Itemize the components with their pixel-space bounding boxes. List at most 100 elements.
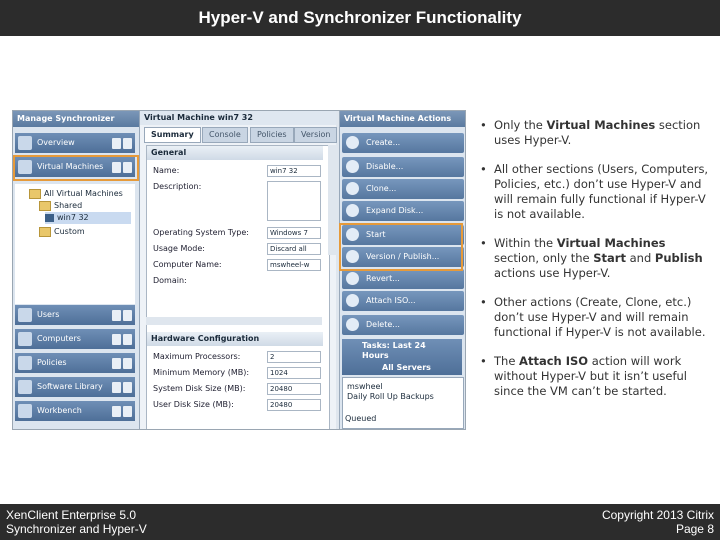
folder-icon <box>29 188 41 199</box>
tasks-panel: Tasks: Last 24 Hours All Servers <box>342 339 462 375</box>
action-revert[interactable]: Revert... <box>342 269 464 289</box>
name-label: Name: <box>153 166 180 175</box>
name-field[interactable]: win7 32 <box>267 165 321 177</box>
max-processors-field[interactable]: 2 <box>267 351 321 363</box>
list-icon[interactable] <box>123 334 132 345</box>
bullet-item: The Attach ISO action will work without … <box>478 354 714 399</box>
left-nav-header: Manage Synchronizer <box>13 111 139 127</box>
vm-actions-header: Virtual Machine Actions <box>340 111 465 127</box>
action-attach-iso[interactable]: Attach ISO... <box>342 291 464 311</box>
summary-panel: General Name: win7 32 Description: Opera… <box>146 145 330 429</box>
plus-icon <box>346 136 359 149</box>
slide-footer: XenClient Enterprise 5.0 Synchronizer an… <box>0 504 720 540</box>
min-memory-field[interactable]: 1024 <box>267 367 321 379</box>
task-queue-list: mswheel Daily Roll Up Backups Queued <box>342 377 464 429</box>
user-disk-label: User Disk Size (MB): <box>153 400 234 409</box>
footer-left: XenClient Enterprise 5.0 Synchronizer an… <box>6 508 147 536</box>
tab-policies[interactable]: Policies <box>250 127 294 143</box>
tree-item-custom[interactable]: Custom <box>39 226 85 238</box>
bullet-item: Only the Virtual Machines section uses H… <box>478 118 714 148</box>
revert-icon <box>346 272 359 285</box>
policies-icon <box>18 356 32 370</box>
disc-icon <box>346 294 359 307</box>
highlight-virtual-machines <box>13 155 139 181</box>
vertical-scrollbar[interactable] <box>328 145 336 255</box>
software-library-icon <box>18 380 32 394</box>
computer-name-label: Computer Name: <box>153 260 222 269</box>
os-type-field[interactable]: Windows 7 <box>267 227 321 239</box>
tasks-title: Tasks: Last 24 <box>362 341 426 350</box>
user-disk-field[interactable]: 20480 <box>267 399 321 411</box>
computer-name-field[interactable]: mswheel-w <box>267 259 321 271</box>
folder-icon <box>39 226 51 237</box>
expand-disk-icon <box>346 204 359 217</box>
nav-item-workbench[interactable]: Workbench <box>15 401 135 421</box>
vm-icon <box>45 213 54 222</box>
list-icon[interactable] <box>123 358 132 369</box>
queue-status: Queued <box>345 414 377 423</box>
plus-icon[interactable] <box>112 358 121 369</box>
usage-mode-label: Usage Mode: <box>153 244 205 253</box>
usage-mode-field[interactable]: Discard all <box>267 243 321 255</box>
clone-icon <box>346 182 359 195</box>
footer-topic: Synchronizer and Hyper-V <box>6 522 147 536</box>
nav-item-users[interactable]: Users <box>15 305 135 325</box>
tree-item-win7-32[interactable]: win7 32 <box>45 212 131 224</box>
tab-console[interactable]: Console <box>202 127 248 143</box>
users-icon <box>18 308 32 322</box>
nav-item-software-library[interactable]: Software Library <box>15 377 135 397</box>
footer-page-number: Page 8 <box>675 522 714 536</box>
bullet-item: Within the Virtual Machines section, onl… <box>478 236 714 281</box>
plus-icon[interactable] <box>112 310 121 321</box>
queue-task[interactable]: Daily Roll Up Backups <box>347 392 434 401</box>
plus-icon[interactable] <box>112 334 121 345</box>
nav-item-policies[interactable]: Policies <box>15 353 135 373</box>
list-icon[interactable] <box>123 310 132 321</box>
vm-details-panel: Virtual Machine win7 32 Summary Console … <box>140 111 338 429</box>
plus-icon[interactable] <box>112 406 121 417</box>
synchronizer-screenshot: Manage Synchronizer Overview Virtual Mac… <box>12 110 466 430</box>
description-field[interactable] <box>267 181 321 221</box>
vm-tree: All Virtual Machines Shared win7 32 Cust… <box>15 184 135 304</box>
list-icon[interactable] <box>123 406 132 417</box>
bullet-item: Other actions (Create, Clone, etc.) don’… <box>478 295 714 340</box>
system-disk-label: System Disk Size (MB): <box>153 384 246 393</box>
min-memory-label: Minimum Memory (MB): <box>153 368 250 377</box>
max-processors-label: Maximum Processors: <box>153 352 241 361</box>
footer-product: XenClient Enterprise 5.0 <box>6 508 137 522</box>
system-disk-field[interactable]: 20480 <box>267 383 321 395</box>
footer-copyright: Copyright 2013 Citrix <box>601 508 714 522</box>
queue-user: mswheel <box>347 382 383 391</box>
domain-label: Domain: <box>153 276 187 285</box>
folder-icon <box>39 200 51 211</box>
nav-item-overview[interactable]: Overview <box>15 133 135 153</box>
tab-summary[interactable]: Summary <box>144 127 201 143</box>
workbench-icon <box>18 404 32 418</box>
tree-item-all-vms[interactable]: All Virtual Machines <box>29 188 123 200</box>
tasks-title-line2: Hours <box>362 351 389 360</box>
os-type-label: Operating System Type: <box>153 228 249 237</box>
tasks-filter[interactable]: All Servers <box>382 363 431 372</box>
list-icon[interactable] <box>123 382 132 393</box>
action-expand-disk[interactable]: Expand Disk... <box>342 201 464 221</box>
computers-icon <box>18 332 32 346</box>
action-delete[interactable]: Delete... <box>342 315 464 335</box>
plus-icon[interactable] <box>112 138 121 149</box>
list-icon[interactable] <box>123 138 132 149</box>
hardware-section-header: Hardware Configuration <box>147 332 323 346</box>
action-create[interactable]: Create... <box>342 133 464 153</box>
highlight-start-publish <box>339 223 463 271</box>
action-clone[interactable]: Clone... <box>342 179 464 199</box>
vm-panel-title: Virtual Machine win7 32 <box>140 111 336 125</box>
nav-item-label: Overview <box>37 138 75 147</box>
action-disable[interactable]: Disable... <box>342 157 464 177</box>
tree-item-shared[interactable]: Shared <box>39 200 82 212</box>
nav-item-computers[interactable]: Computers <box>15 329 135 349</box>
bullet-list: Only the Virtual Machines section uses H… <box>478 118 714 413</box>
footer-right: Copyright 2013 Citrix Page 8 <box>602 508 714 536</box>
plus-icon[interactable] <box>112 382 121 393</box>
general-section-header: General <box>147 146 323 160</box>
overview-icon <box>18 136 32 150</box>
tab-version[interactable]: Version <box>294 127 338 143</box>
horizontal-scrollbar[interactable] <box>146 317 322 325</box>
